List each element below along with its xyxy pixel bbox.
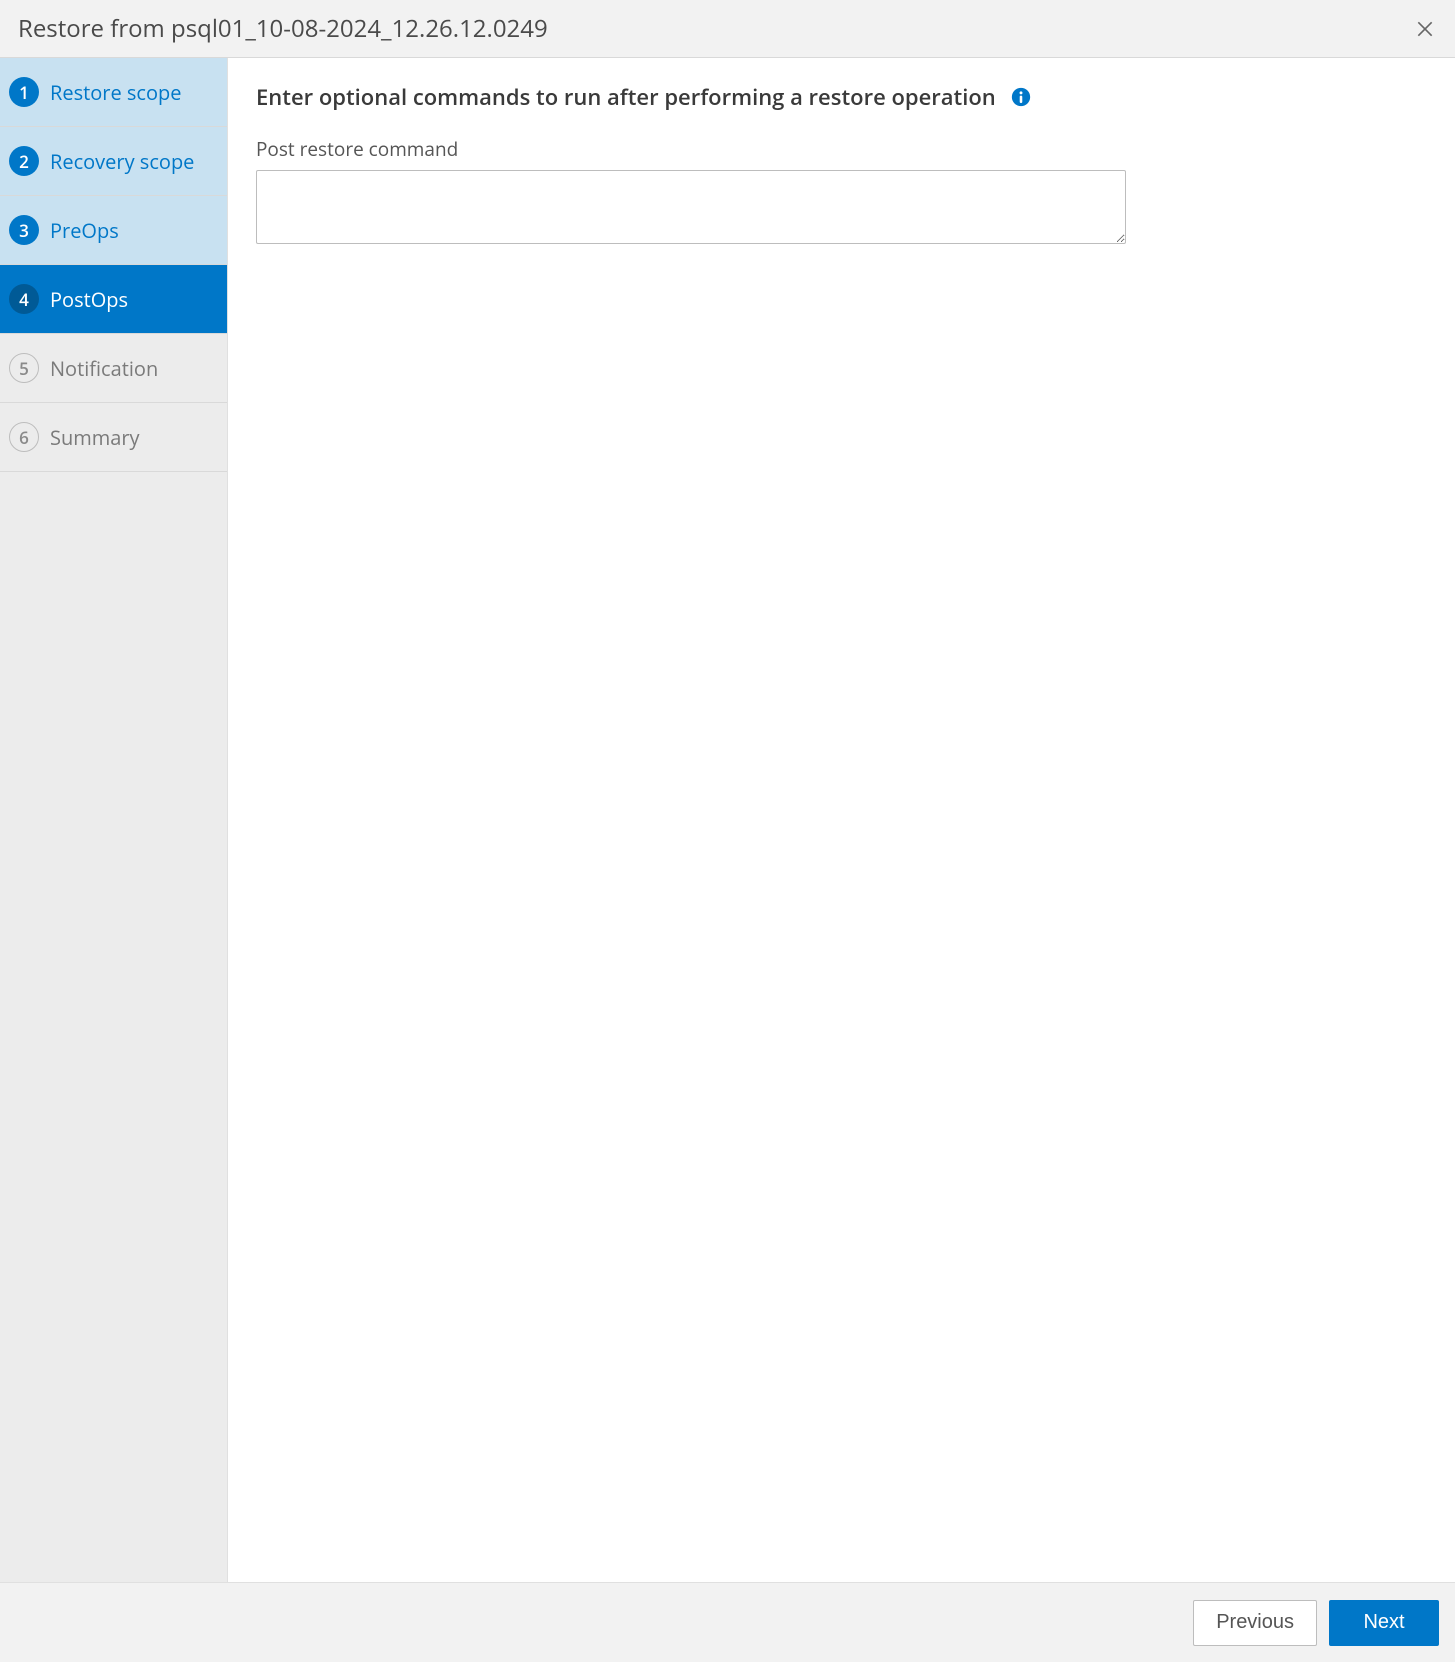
step-label: PostOps bbox=[50, 286, 128, 313]
previous-button[interactable]: Previous bbox=[1193, 1600, 1317, 1646]
step-label: Recovery scope bbox=[50, 148, 194, 175]
step-number-badge: 1 bbox=[9, 77, 39, 107]
step-number-badge: 6 bbox=[9, 422, 39, 452]
dialog-body: 1 Restore scope 2 Recovery scope 3 PreOp… bbox=[0, 58, 1455, 1582]
wizard-sidebar: 1 Restore scope 2 Recovery scope 3 PreOp… bbox=[0, 58, 228, 1582]
sidebar-step-postops[interactable]: 4 PostOps bbox=[0, 265, 227, 334]
next-button[interactable]: Next bbox=[1329, 1600, 1439, 1646]
info-icon bbox=[1010, 86, 1032, 108]
restore-dialog: Restore from psql01_10-08-2024_12.26.12.… bbox=[0, 0, 1455, 1662]
sidebar-step-summary[interactable]: 6 Summary bbox=[0, 403, 227, 472]
dialog-footer: Previous Next bbox=[0, 1582, 1455, 1662]
sidebar-step-recovery-scope[interactable]: 2 Recovery scope bbox=[0, 127, 227, 196]
info-button[interactable] bbox=[1010, 86, 1032, 108]
main-panel: Enter optional commands to run after per… bbox=[228, 58, 1455, 1582]
step-number-badge: 5 bbox=[9, 353, 39, 383]
section-title-row: Enter optional commands to run after per… bbox=[256, 82, 1427, 112]
post-restore-command-label: Post restore command bbox=[256, 136, 1427, 162]
step-number-badge: 3 bbox=[9, 215, 39, 245]
close-icon bbox=[1415, 19, 1435, 39]
step-number-badge: 4 bbox=[9, 284, 39, 314]
step-label: PreOps bbox=[50, 217, 119, 244]
dialog-header: Restore from psql01_10-08-2024_12.26.12.… bbox=[0, 0, 1455, 58]
step-number-badge: 2 bbox=[9, 146, 39, 176]
sidebar-step-preops[interactable]: 3 PreOps bbox=[0, 196, 227, 265]
step-label: Restore scope bbox=[50, 79, 181, 106]
step-label: Summary bbox=[50, 424, 140, 451]
step-label: Notification bbox=[50, 355, 158, 382]
sidebar-step-notification[interactable]: 5 Notification bbox=[0, 334, 227, 403]
section-title: Enter optional commands to run after per… bbox=[256, 82, 996, 112]
dialog-title: Restore from psql01_10-08-2024_12.26.12.… bbox=[18, 12, 548, 45]
sidebar-step-restore-scope[interactable]: 1 Restore scope bbox=[0, 58, 227, 127]
post-restore-command-input[interactable] bbox=[256, 170, 1126, 244]
close-button[interactable] bbox=[1411, 15, 1439, 43]
